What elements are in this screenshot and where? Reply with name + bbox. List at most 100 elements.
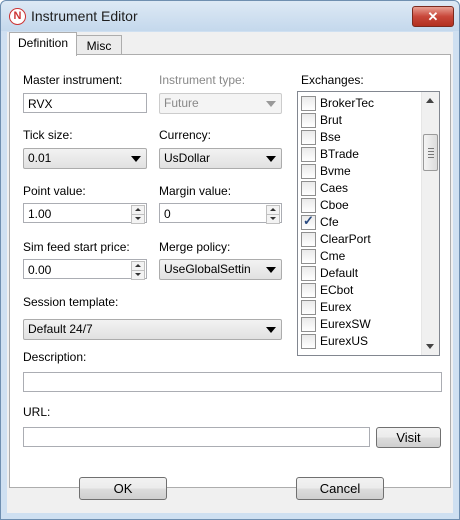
- tab-misc[interactable]: Misc: [76, 35, 122, 56]
- cancel-button[interactable]: Cancel: [296, 477, 384, 500]
- url-label: URL:: [23, 405, 51, 419]
- close-button[interactable]: ✕: [412, 6, 454, 27]
- currency-select[interactable]: UsDollar: [159, 148, 282, 169]
- exchange-item-brokertec[interactable]: BrokerTec: [301, 95, 421, 112]
- grip-line: [428, 148, 434, 149]
- exchange-item-eurex[interactable]: Eurex: [301, 299, 421, 316]
- sim-feed-start-price-text: 0.00: [28, 263, 52, 277]
- exchange-label: BTrade: [320, 147, 359, 161]
- checkbox[interactable]: [301, 130, 316, 145]
- instrument-type-value: Future: [164, 96, 199, 110]
- exchange-item-bvme[interactable]: Bvme: [301, 163, 421, 180]
- checkbox[interactable]: [301, 317, 316, 332]
- grip-line: [428, 157, 434, 158]
- session-template-label: Session template:: [23, 295, 119, 309]
- checkbox[interactable]: [301, 283, 316, 298]
- exchange-label: Cboe: [320, 198, 349, 212]
- exchange-label: Brut: [320, 113, 343, 127]
- exchange-label: Eurex: [320, 300, 352, 314]
- exchanges-scrollbar[interactable]: [421, 92, 439, 355]
- exchange-item-ecbot[interactable]: ECbot: [301, 282, 421, 299]
- scroll-up-icon[interactable]: [426, 98, 434, 103]
- checkbox[interactable]: [301, 334, 316, 349]
- merge-policy-label: Merge policy:: [159, 240, 231, 254]
- checkbox[interactable]: [301, 113, 316, 128]
- spin-down-icon[interactable]: [131, 214, 145, 224]
- merge-policy-value: UseGlobalSettin: [164, 262, 251, 276]
- margin-value-label: Margin value:: [159, 184, 232, 198]
- point-value-input[interactable]: 1.00: [23, 203, 147, 224]
- tick-size-label: Tick size:: [23, 128, 73, 142]
- scroll-thumb[interactable]: [423, 134, 438, 171]
- grip-line: [428, 154, 434, 155]
- exchange-item-cboe[interactable]: Cboe: [301, 197, 421, 214]
- checkbox[interactable]: [301, 96, 316, 111]
- exchange-label: Bvme: [320, 164, 351, 178]
- checkbox[interactable]: [301, 249, 316, 264]
- exchange-item-eurexus[interactable]: EurexUS: [301, 333, 421, 350]
- instrument-type-select: Future: [159, 93, 282, 114]
- chevron-down-icon: [266, 101, 276, 107]
- checkbox[interactable]: [301, 300, 316, 315]
- master-instrument-input[interactable]: RVX: [23, 93, 147, 113]
- instrument-type-label: Instrument type:: [159, 73, 246, 87]
- title-bar[interactable]: N Instrument Editor ✕: [1, 1, 459, 31]
- currency-value: UsDollar: [164, 151, 211, 165]
- exchange-item-eurexsw[interactable]: EurexSW: [301, 316, 421, 333]
- exchange-label: ClearPort: [320, 232, 371, 246]
- checkbox[interactable]: [301, 232, 316, 247]
- exchanges-label: Exchanges:: [301, 73, 364, 87]
- exchange-label: Default: [320, 266, 359, 280]
- exchange-label: Bse: [320, 130, 341, 144]
- exchange-item-caes[interactable]: Caes: [301, 180, 421, 197]
- session-template-value: Default 24/7: [28, 322, 93, 336]
- exchange-item-brut[interactable]: Brut: [301, 112, 421, 129]
- master-instrument-label: Master instrument:: [23, 73, 123, 87]
- spin-down-icon[interactable]: [131, 270, 145, 280]
- dialog-client-area: Definition Misc Master instrument: RVX I…: [7, 32, 453, 513]
- exchange-label: Caes: [320, 181, 349, 195]
- chevron-down-icon: [266, 327, 276, 333]
- margin-value-spinner[interactable]: [266, 204, 280, 224]
- sim-feed-start-price-input[interactable]: 0.00: [23, 259, 147, 280]
- exchange-item-clearport[interactable]: ClearPort: [301, 231, 421, 248]
- exchanges-list[interactable]: BrokerTec Brut Bse BTrade Bvme Caes Cboe…: [297, 91, 440, 356]
- checkbox[interactable]: [301, 266, 316, 281]
- exchange-label: EurexUS: [320, 334, 369, 348]
- tick-size-select[interactable]: 0.01: [23, 148, 147, 169]
- checkbox[interactable]: [301, 164, 316, 179]
- checkbox-checked[interactable]: ✓: [301, 213, 316, 230]
- checkbox[interactable]: [301, 198, 316, 213]
- exchange-item-cfe[interactable]: ✓ Cfe: [301, 213, 421, 231]
- exchange-label: Cme: [320, 249, 346, 263]
- merge-policy-select[interactable]: UseGlobalSettin: [159, 259, 282, 280]
- app-logo-icon: N: [9, 8, 26, 25]
- spin-down-icon[interactable]: [266, 214, 280, 224]
- point-value-text: 1.00: [28, 207, 52, 221]
- checkbox[interactable]: [301, 147, 316, 162]
- ok-button[interactable]: OK: [79, 477, 167, 500]
- checkmark-icon: ✓: [303, 213, 314, 228]
- checkbox[interactable]: [301, 181, 316, 196]
- scroll-down-icon[interactable]: [426, 344, 434, 349]
- definition-tab-panel: Master instrument: RVX Instrument type: …: [9, 54, 451, 488]
- margin-value-input[interactable]: 0: [159, 203, 282, 224]
- currency-label: Currency:: [159, 128, 212, 142]
- exchange-item-default[interactable]: Default: [301, 265, 421, 282]
- tab-definition[interactable]: Definition: [9, 32, 77, 56]
- url-input[interactable]: [23, 427, 370, 447]
- exchange-label: BrokerTec: [320, 96, 375, 110]
- exchange-item-cme[interactable]: Cme: [301, 248, 421, 265]
- visit-button[interactable]: Visit: [376, 427, 441, 448]
- grip-line: [428, 151, 434, 152]
- description-input[interactable]: [23, 372, 442, 392]
- session-template-select[interactable]: Default 24/7: [23, 319, 282, 340]
- instrument-editor-window: N Instrument Editor ✕ Definition Misc Ma…: [0, 0, 460, 520]
- exchange-item-btrade[interactable]: BTrade: [301, 146, 421, 163]
- exchange-label: Cfe: [320, 215, 339, 229]
- exchange-item-bse[interactable]: Bse: [301, 129, 421, 146]
- chevron-down-icon: [266, 267, 276, 273]
- point-value-spinner[interactable]: [131, 204, 145, 224]
- point-value-label: Point value:: [23, 184, 86, 198]
- sim-feed-spinner[interactable]: [131, 260, 145, 280]
